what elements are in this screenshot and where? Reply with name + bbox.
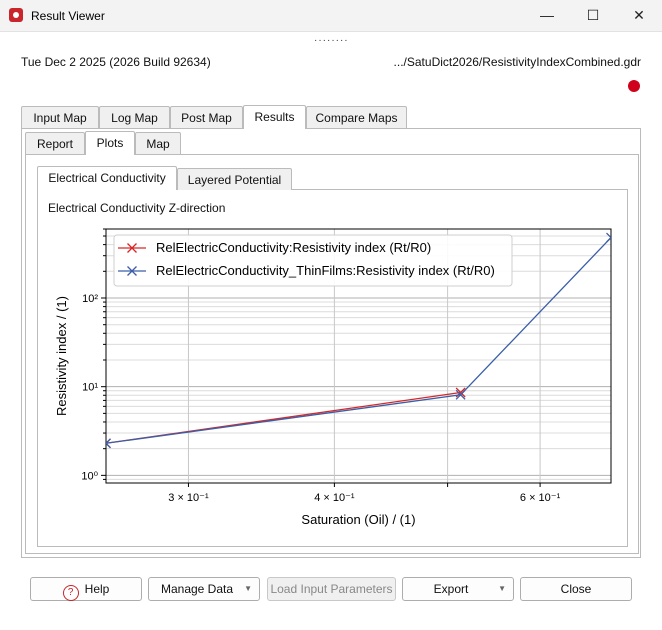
tab-report[interactable]: Report bbox=[25, 132, 85, 154]
chevron-down-icon: ▼ bbox=[244, 584, 252, 593]
tab-layered-potential[interactable]: Layered Potential bbox=[177, 168, 292, 190]
export-button[interactable]: Export ▼ bbox=[402, 577, 514, 601]
build-date: Tue Dec 2 2025 (2026 Build 92634) bbox=[21, 55, 211, 69]
load-input-parameters-button[interactable]: Load Input Parameters bbox=[267, 577, 396, 601]
chevron-down-icon: ▼ bbox=[498, 584, 506, 593]
tab-plots[interactable]: Plots bbox=[85, 131, 135, 155]
plot-panel bbox=[37, 189, 628, 547]
window-title: Result Viewer bbox=[31, 9, 105, 23]
plot-title: Electrical Conductivity Z-direction bbox=[48, 201, 226, 215]
minimize-button[interactable]: — bbox=[524, 0, 570, 31]
help-icon: ? bbox=[62, 585, 79, 601]
tab-compare-maps[interactable]: Compare Maps bbox=[306, 106, 407, 128]
close-window-button[interactable]: ✕ bbox=[616, 0, 662, 31]
export-label: Export bbox=[433, 582, 469, 596]
tab-log-map[interactable]: Log Map bbox=[99, 106, 170, 128]
status-indicator bbox=[628, 80, 640, 92]
splitter-handle-top[interactable]: ········ bbox=[314, 36, 349, 46]
tab-results[interactable]: Results bbox=[243, 105, 306, 129]
help-button[interactable]: ? Help bbox=[30, 577, 142, 601]
file-path: .../SatuDict2026/ResistivityIndexCombine… bbox=[393, 55, 641, 69]
tab-electrical-conductivity[interactable]: Electrical Conductivity bbox=[37, 166, 177, 190]
manage-data-label: Manage Data bbox=[160, 582, 234, 596]
tab-post-map[interactable]: Post Map bbox=[170, 106, 243, 128]
tab-input-map[interactable]: Input Map bbox=[21, 106, 99, 128]
help-label: Help bbox=[84, 582, 110, 596]
maximize-button[interactable]: ☐ bbox=[570, 0, 616, 31]
close-button[interactable]: Close bbox=[520, 577, 632, 601]
tab-map[interactable]: Map bbox=[135, 132, 181, 154]
app-icon bbox=[9, 8, 23, 22]
manage-data-button[interactable]: Manage Data ▼ bbox=[148, 577, 260, 601]
title-bar: Result Viewer — ☐ ✕ bbox=[0, 0, 662, 32]
